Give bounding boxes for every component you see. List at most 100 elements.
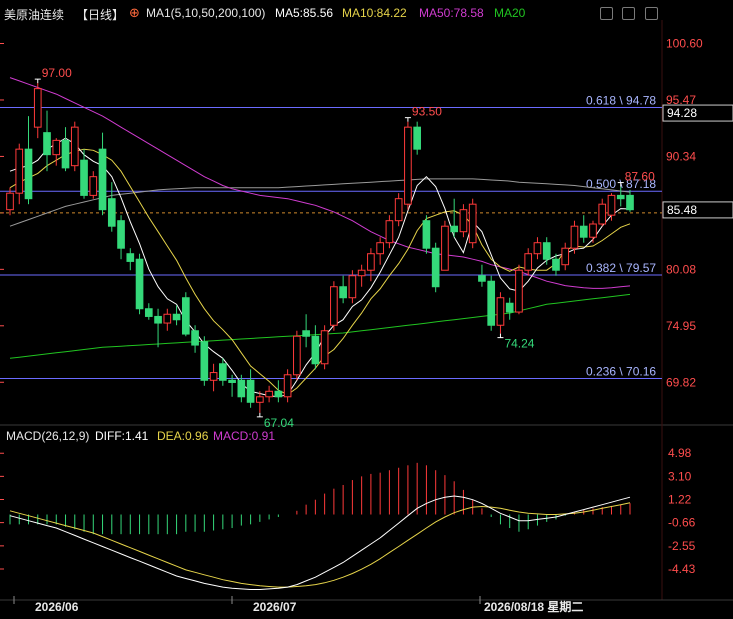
- macd-axis-label: 4.98: [668, 446, 692, 460]
- candle-body: [496, 297, 505, 326]
- macd-dea-value: DEA:0.96: [157, 429, 209, 443]
- fib-level-label: 0.236 \ 70.16: [586, 365, 656, 379]
- candle-body: [61, 139, 70, 169]
- candle-body: [422, 220, 431, 249]
- candle-body: [181, 297, 190, 335]
- candle-body: [598, 203, 607, 225]
- candle-body: [561, 247, 570, 266]
- macd-macd-value: MACD:0.91: [213, 429, 276, 443]
- fib-level-label: 0.618 \ 94.78: [586, 94, 656, 108]
- candle-body: [107, 198, 116, 227]
- candle-body: [15, 148, 24, 194]
- fib-level-label: 0.382 \ 79.57: [586, 261, 656, 275]
- candle-body: [570, 225, 579, 249]
- candle-body: [616, 194, 625, 200]
- low-annotation: 74.24: [504, 337, 534, 351]
- candle-body: [348, 275, 357, 299]
- ma20-line: [9, 293, 631, 359]
- candle-body: [302, 330, 310, 337]
- candle-body: [367, 253, 375, 271]
- candle-body: [542, 242, 551, 260]
- candle-body: [450, 225, 459, 233]
- candle-body: [478, 275, 486, 282]
- candle-body: [404, 126, 412, 205]
- candle-body: [172, 313, 181, 321]
- candle-body: [293, 335, 301, 376]
- candle-body: [256, 396, 264, 403]
- price-axis-label: 69.82: [666, 375, 696, 389]
- candle-body: [274, 390, 283, 398]
- candle-body: [376, 242, 384, 255]
- macd-axis-label: 3.10: [668, 469, 692, 483]
- candle-body: [524, 253, 533, 271]
- macd-axis-label: -2.55: [668, 539, 696, 553]
- candle-body: [394, 198, 403, 222]
- candle-body: [191, 330, 199, 346]
- candle-body: [385, 220, 394, 244]
- candle-body: [607, 194, 616, 216]
- candle-body: [135, 258, 144, 310]
- candle-body: [6, 192, 14, 211]
- candle-body: [89, 176, 98, 196]
- candle-body: [219, 363, 227, 381]
- macd-axis-label: -4.43: [668, 562, 696, 576]
- time-axis-label: 2026/06: [35, 600, 79, 614]
- price-axis-label: 100.60: [666, 37, 703, 51]
- high-annotation: 93.50: [412, 105, 442, 119]
- candle-body: [228, 379, 236, 383]
- candle-body: [43, 132, 51, 156]
- candle-body: [311, 335, 320, 365]
- price-axis-label: 90.34: [666, 149, 696, 163]
- macd-label[interactable]: MACD(26,12,9): [6, 429, 89, 443]
- candle-body: [163, 313, 172, 324]
- price-tag-label: 85.48: [667, 203, 697, 217]
- candle-body: [283, 374, 292, 398]
- candle-body: [515, 269, 523, 313]
- price-tag-label: 94.28: [667, 106, 697, 120]
- macd-diff-value: DIFF:1.41: [95, 429, 149, 443]
- candle-body: [70, 126, 79, 167]
- candle-body: [144, 308, 153, 317]
- candle-body: [80, 159, 88, 196]
- chart-canvas[interactable]: 100.6095.4790.3485.2180.0874.9569.820.61…: [0, 0, 733, 619]
- candle-body: [98, 148, 107, 211]
- candle-body: [126, 253, 135, 262]
- candle-body: [24, 148, 33, 200]
- price-axis-label: 74.95: [666, 319, 696, 333]
- candle-body: [246, 379, 255, 403]
- macd-axis-label: 1.22: [668, 492, 692, 506]
- candle-body: [237, 379, 246, 398]
- candle-body: [330, 286, 338, 326]
- candle-body: [117, 220, 125, 249]
- candle-body: [468, 203, 477, 244]
- candle-body: [52, 139, 61, 156]
- time-axis-label: 2026/08/18 星期二: [484, 599, 583, 614]
- candle-body: [487, 280, 496, 326]
- candle-body: [200, 341, 209, 381]
- candle-body: [533, 242, 542, 255]
- candle-body: [357, 269, 366, 277]
- candle-body: [431, 247, 440, 288]
- candle-body: [459, 209, 468, 233]
- diff-line: [9, 495, 631, 590]
- candle-body: [413, 126, 421, 150]
- candle-body: [320, 330, 329, 365]
- candle-body: [33, 88, 42, 128]
- chart-window: 美原油连续 【日线】 ⊕ MA1(5,10,50,200,100) MA5:85…: [0, 0, 733, 619]
- candle-body: [579, 225, 588, 238]
- time-axis-label: 2026/07: [253, 600, 297, 614]
- candle-body: [339, 286, 347, 299]
- high-annotation: 87.60: [625, 170, 655, 184]
- high-annotation: 97.00: [42, 66, 72, 80]
- candle-body: [552, 258, 560, 271]
- candle-body: [209, 372, 218, 381]
- candle-body: [589, 223, 597, 238]
- low-annotation: 67.04: [264, 416, 294, 430]
- candle-body: [441, 225, 449, 271]
- candle-body: [265, 390, 273, 398]
- macd-axis-label: -0.66: [668, 516, 696, 530]
- candle-body: [505, 302, 514, 313]
- price-axis-label: 80.08: [666, 262, 696, 276]
- candle-body: [626, 194, 634, 211]
- candle-body: [154, 315, 162, 324]
